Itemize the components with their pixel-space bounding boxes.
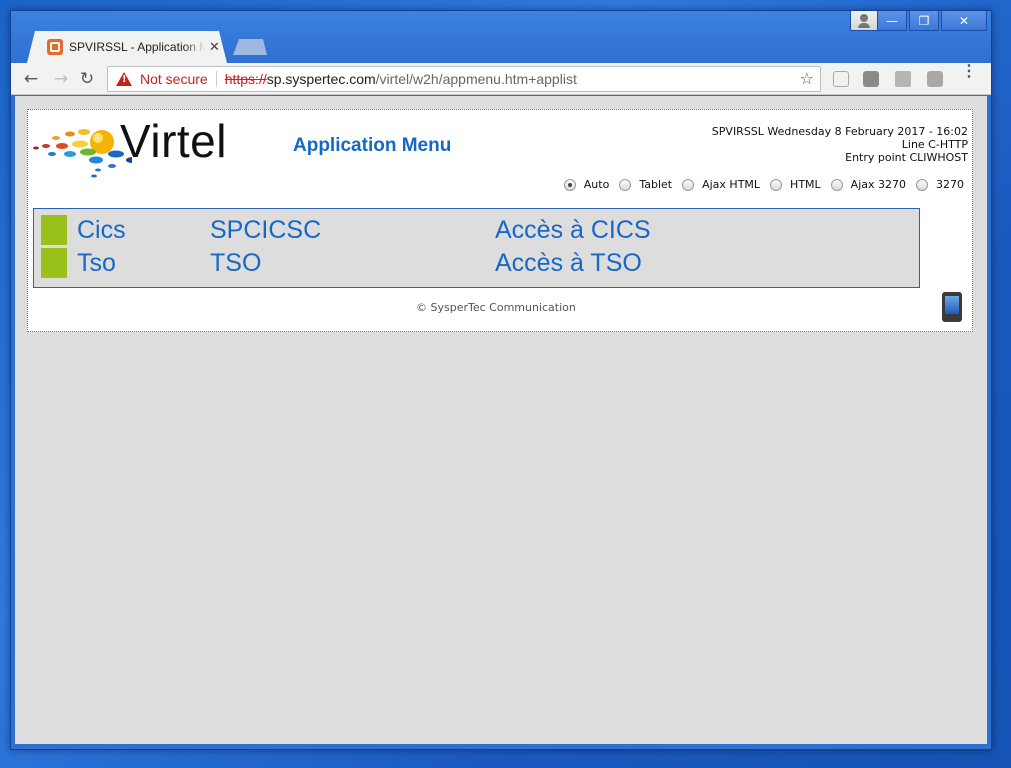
extension-icon-2[interactable] [863, 71, 879, 87]
new-tab-button[interactable] [233, 39, 267, 55]
tab-title: SPVIRSSL - Application Menu [69, 40, 205, 54]
menu-panel: Virtel Application Menu SPVIRSSL Wednesd… [27, 109, 973, 332]
mobile-phone-icon[interactable] [942, 292, 962, 322]
mode-radio[interactable] [619, 178, 632, 191]
bookmark-star-icon[interactable]: ☆ [800, 69, 814, 88]
mode-label: Tablet [639, 178, 673, 191]
profile-button[interactable] [850, 11, 878, 31]
session-info-line: Line C-HTTP [901, 138, 968, 151]
window-controls: — ❐ ✕ [877, 11, 987, 31]
extension-icon-3[interactable] [895, 71, 911, 87]
url-host: sp.syspertec.com [266, 71, 376, 87]
application-id-link[interactable]: TSO [210, 248, 261, 278]
session-info: SPVIRSSL Wednesday 8 February 2017 - 16:… [712, 125, 968, 164]
mode-tablet[interactable]: Tablet [619, 178, 672, 191]
address-bar[interactable]: Not secure https:// sp.syspertec.com /vi… [107, 66, 821, 92]
application-marker [41, 215, 67, 245]
session-info-entry-point: Entry point CLIWHOST [845, 151, 968, 164]
virtel-logo: Virtel [32, 114, 252, 178]
back-button[interactable]: ← [19, 67, 43, 91]
mode-auto[interactable]: Auto [563, 178, 610, 191]
browser-menu-icon[interactable]: ⋮ [961, 64, 977, 80]
copyright-text: © SysperTec Communication [416, 301, 576, 314]
mode-radio[interactable] [770, 178, 783, 191]
url-separator [215, 71, 217, 87]
application-row[interactable]: Tso TSO Accès à TSO [34, 242, 919, 278]
tab-close-icon[interactable]: ✕ [209, 40, 220, 55]
security-label[interactable]: Not secure [140, 71, 208, 87]
logo-text: Virtel [120, 115, 227, 167]
application-marker [41, 248, 67, 278]
forward-button[interactable]: → [49, 67, 73, 91]
user-icon [860, 14, 868, 22]
mode-radio[interactable] [916, 178, 928, 191]
application-name-link[interactable]: Cics [77, 215, 126, 245]
minimize-button[interactable]: — [877, 11, 907, 31]
mode-label: Auto [583, 178, 610, 191]
mode-label: 3270 [936, 178, 964, 191]
application-description-link[interactable]: Accès à TSO [495, 248, 642, 278]
mode-ajax-3270[interactable]: Ajax 3270 [830, 178, 906, 191]
logo-dots-icon [33, 129, 139, 178]
mode-radio[interactable] [563, 178, 576, 191]
browser-window: — ❐ ✕ SPVIRSSL - Application Menu ✕ ← → … [10, 10, 992, 750]
browser-toolbar: ← → ↻ Not secure https:// sp.syspertec.c… [11, 63, 991, 95]
mode-label: Ajax HTML [702, 178, 761, 191]
maximize-button[interactable]: ❐ [909, 11, 939, 31]
url-path: /virtel/w2h/appmenu.htm+applist [375, 71, 577, 87]
application-id-link[interactable]: SPCICSC [210, 215, 321, 245]
pdf-extension-icon[interactable] [927, 71, 943, 87]
mode-selector: Auto Tablet Ajax HTML HTML Ajax 3270 327… [554, 178, 964, 191]
application-name-link[interactable]: Tso [77, 248, 116, 278]
mode-html[interactable]: HTML [770, 178, 821, 191]
application-row[interactable]: Cics SPCICSC Accès à CICS [34, 209, 919, 245]
mode-ajax-html[interactable]: Ajax HTML [682, 178, 760, 191]
reload-button[interactable]: ↻ [75, 67, 99, 91]
page-viewport: Virtel Application Menu SPVIRSSL Wednesd… [15, 96, 987, 744]
mode-label: Ajax 3270 [850, 178, 906, 191]
url-scheme: https:// [224, 71, 267, 87]
favicon-icon [47, 39, 63, 55]
mode-3270[interactable]: 3270 [916, 178, 964, 191]
title-bar: — ❐ ✕ SPVIRSSL - Application Menu ✕ [11, 11, 991, 63]
mode-label: HTML [790, 178, 821, 191]
page-title: Application Menu [293, 135, 452, 156]
browser-tab[interactable]: SPVIRSSL - Application Menu ✕ [27, 31, 227, 63]
mode-radio[interactable] [830, 178, 843, 191]
user-icon-body [858, 23, 870, 28]
mode-radio[interactable] [682, 178, 695, 191]
application-description-link[interactable]: Accès à CICS [495, 215, 651, 245]
application-list: Cics SPCICSC Accès à CICS Tso TSO Accès … [33, 208, 920, 288]
session-info-date: SPVIRSSL Wednesday 8 February 2017 - 16:… [711, 125, 968, 138]
extension-icon-1[interactable] [833, 71, 849, 87]
warning-icon [116, 72, 132, 86]
close-window-button[interactable]: ✕ [941, 11, 987, 31]
